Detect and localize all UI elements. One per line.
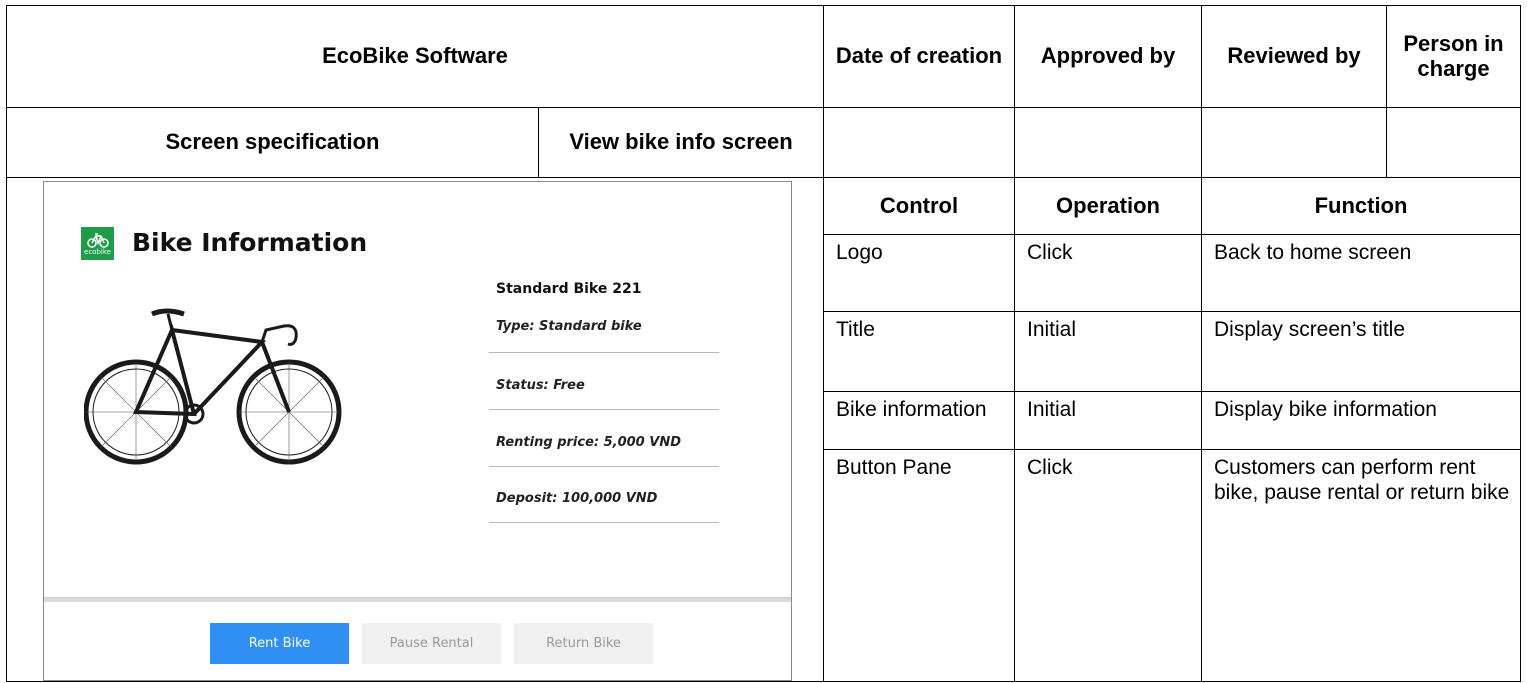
pause-rental-button[interactable]: Pause Rental [362,623,501,664]
row-operation: Initial [1014,311,1202,392]
bike-icon [86,232,109,248]
button-pane-divider [44,597,791,602]
row-operation: Click [1014,234,1202,312]
bike-image [84,308,342,465]
renting-price-field: Renting price: 5,000 VND [489,435,719,467]
date-of-creation-value [823,107,1015,178]
row-function: Customers can perform rent bike, pause r… [1201,449,1521,682]
person-in-charge-header: Person in charge [1386,5,1521,108]
bike-name: Standard Bike 221 [496,281,642,297]
row-function: Display bike information [1201,391,1521,450]
row-control: Title [823,311,1015,392]
approved-by-header: Approved by [1014,5,1202,108]
bike-status-field: Status: Free [489,378,719,410]
row-control: Button Pane [823,449,1015,682]
person-in-charge-value [1386,107,1521,178]
bike-status-label: Status: Free [496,378,585,393]
bike-type-field: Type: Standard bike [489,319,719,353]
row-control: Logo [823,234,1015,312]
return-bike-button[interactable]: Return Bike [514,623,653,664]
ecobike-logo[interactable]: ecobike [81,227,114,260]
row-control: Bike information [823,391,1015,450]
row-function: Display screen’s title [1201,311,1521,392]
screen-specification-label: Screen specification [6,107,539,178]
renting-price-label: Renting price: 5,000 VND [496,435,681,450]
deposit-field: Deposit: 100,000 VND [489,491,719,523]
bike-info-mockup: ecobike Bike Information Standard Bike 2… [43,181,792,681]
reviewed-by-header: Reviewed by [1201,5,1387,108]
deposit-label: Deposit: 100,000 VND [496,491,658,506]
date-of-creation-header: Date of creation [823,5,1015,108]
rent-bike-button[interactable]: Rent Bike [210,623,349,664]
logo-text: ecobike [84,247,111,256]
reviewed-by-value [1201,107,1387,178]
row-operation: Click [1014,449,1202,682]
bike-type-label: Type: Standard bike [496,319,642,334]
operation-column-header: Operation [1014,177,1202,235]
company-name: EcoBike Software [6,5,824,108]
page-title: Bike Information [132,228,368,257]
row-operation: Initial [1014,391,1202,450]
approved-by-value [1014,107,1202,178]
control-column-header: Control [823,177,1015,235]
function-column-header: Function [1201,177,1521,235]
row-function: Back to home screen [1201,234,1521,312]
screen-name: View bike info screen [538,107,824,178]
